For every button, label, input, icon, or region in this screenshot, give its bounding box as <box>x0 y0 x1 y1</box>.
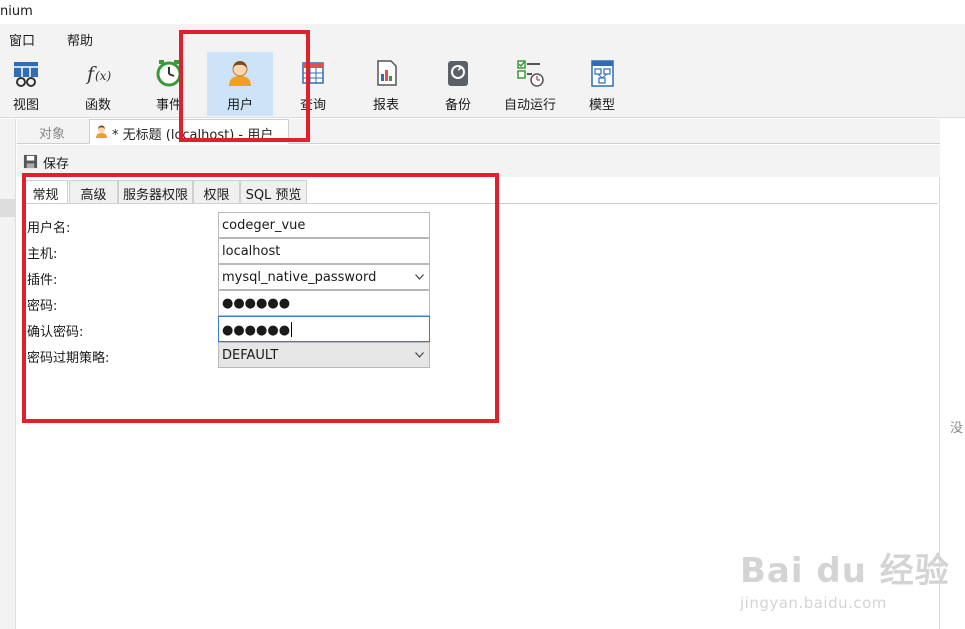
tool-report-button[interactable]: 报表 <box>353 52 419 116</box>
menu-help[interactable]: 帮助 <box>67 30 93 49</box>
svg-text:(x): (x) <box>95 69 111 83</box>
tool-label: 自动运行 <box>503 98 556 113</box>
navigation-pane[interactable] <box>0 119 16 629</box>
highlight-box-user-form <box>22 173 499 423</box>
selected-connection-marker[interactable] <box>0 199 16 217</box>
automation-icon <box>517 60 544 87</box>
tool-view-button[interactable]: 视图 <box>0 52 59 116</box>
save-button[interactable]: 保存 <box>23 153 70 172</box>
side-hint-text: 没 <box>950 421 964 436</box>
window-title: nium <box>0 4 33 19</box>
tool-backup-button[interactable]: 备份 <box>425 52 491 116</box>
menu-window[interactable]: 窗口 <box>9 30 35 49</box>
tab-objects[interactable]: 对象 <box>39 119 65 144</box>
baidu-watermark: Bai du 经验 jingyan.baidu.com <box>740 543 950 612</box>
tool-label: 报表 <box>372 98 399 113</box>
save-label: 保存 <box>43 157 70 172</box>
main-toolbar: 视图 f (x) 函数 事件 用户 查询 报表 备份 自动运行 模型 <box>0 50 965 118</box>
watermark-url: jingyan.baidu.com <box>740 594 887 612</box>
document-tab-strip: 对象 * 无标题 (localhost) - 用户 <box>17 119 940 144</box>
user-icon <box>96 125 107 138</box>
title-bar: nium <box>0 0 965 24</box>
tool-function-button[interactable]: f (x) 函数 <box>65 52 131 116</box>
model-icon <box>591 60 614 87</box>
highlight-box-user-tool <box>179 30 310 142</box>
function-icon: f (x) <box>85 63 111 85</box>
tool-label: 函数 <box>84 98 111 113</box>
tool-model-button[interactable]: 模型 <box>569 52 635 116</box>
save-icon <box>23 154 38 169</box>
view-icon <box>14 62 38 87</box>
report-icon <box>377 60 397 86</box>
tool-label: 备份 <box>444 98 471 113</box>
tool-label: 模型 <box>588 98 615 113</box>
tool-automation-button[interactable]: 自动运行 <box>497 52 563 116</box>
menu-bar: 窗口 帮助 <box>0 24 965 50</box>
watermark-logo-text: Bai du 经验 <box>740 551 950 591</box>
tool-label: 视图 <box>12 98 39 113</box>
backup-icon <box>448 61 468 86</box>
